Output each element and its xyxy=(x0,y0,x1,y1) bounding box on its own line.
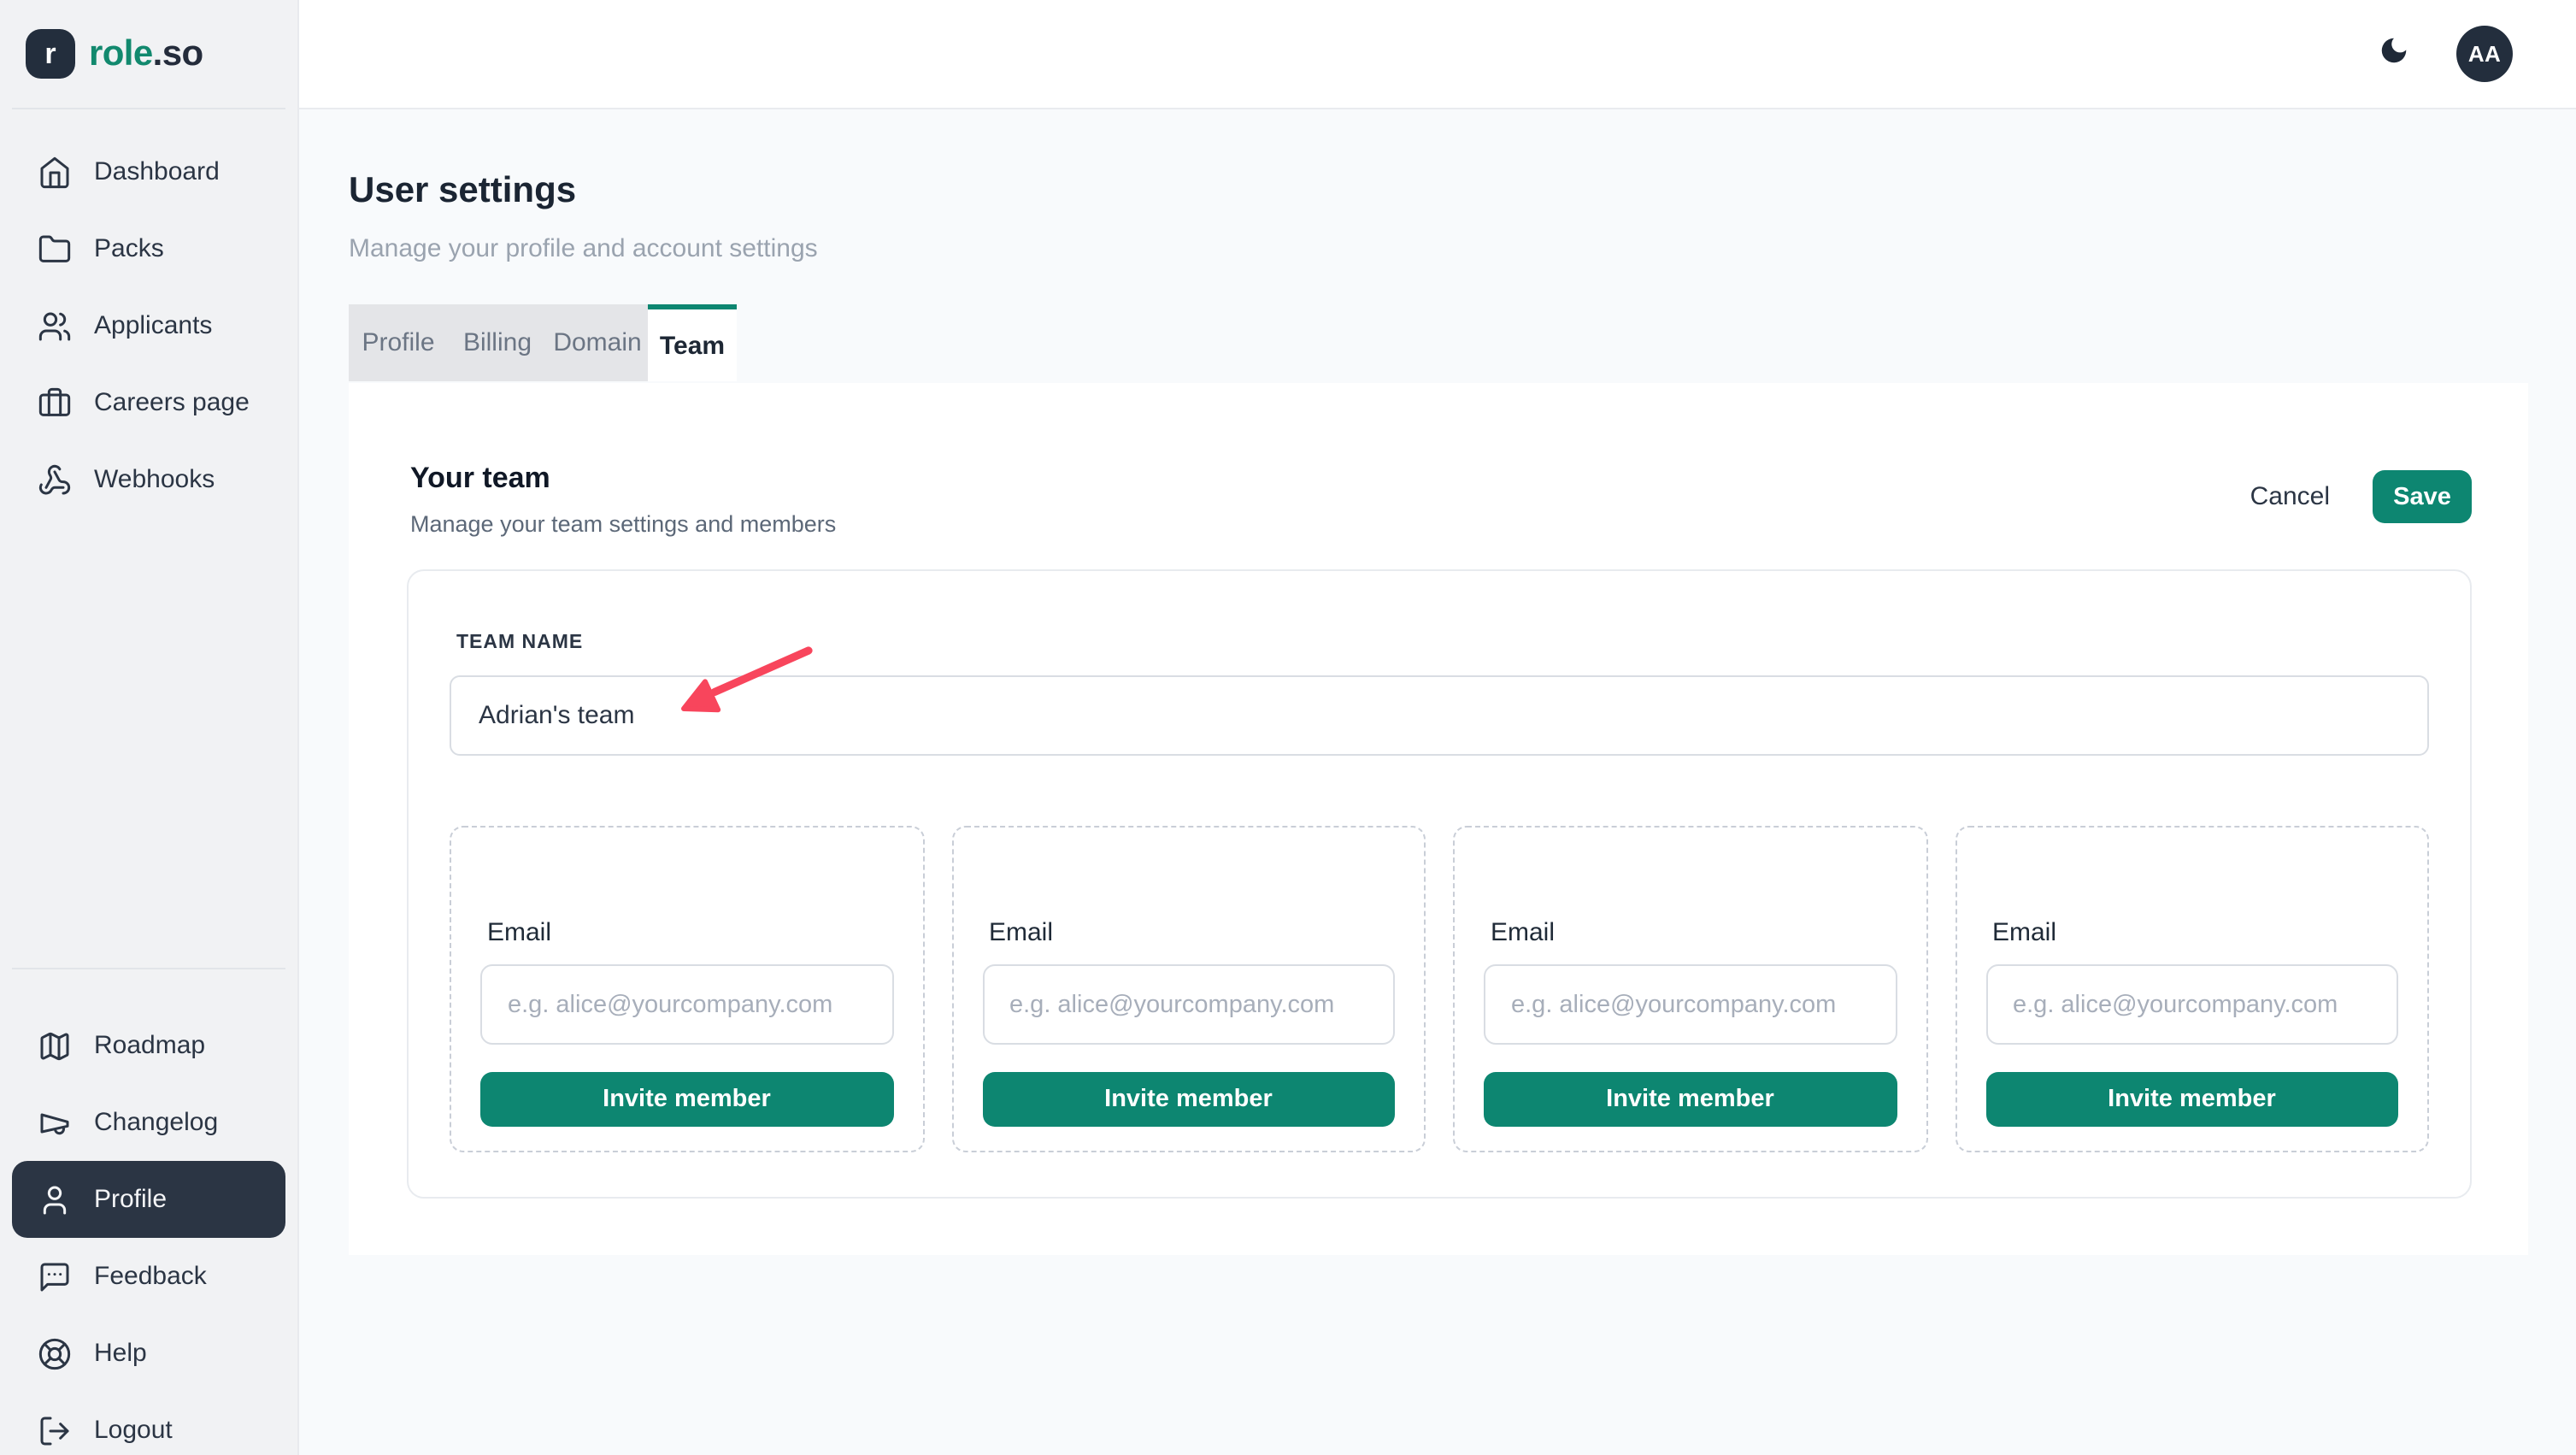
email-label: Email xyxy=(989,918,1395,947)
page-subtitle: Manage your profile and account settings xyxy=(349,234,2576,263)
sidebar-item-label: Dashboard xyxy=(94,157,220,186)
team-card-titles: Your team Manage your team settings and … xyxy=(410,462,836,537)
app-root: r role.so Dashboard Packs xyxy=(0,0,2576,1455)
brand-logo[interactable]: r role.so xyxy=(0,0,297,108)
invite-members-grid: Email Invite member Email Invite member … xyxy=(450,826,2429,1152)
team-name-label: TEAM NAME xyxy=(456,633,2429,653)
map-icon xyxy=(38,1028,72,1063)
dark-mode-toggle[interactable] xyxy=(2374,35,2412,73)
invite-member-button-3[interactable]: Invite member xyxy=(1484,1072,1897,1127)
sidebar-item-label: Logout xyxy=(94,1416,173,1445)
sidebar-item-careers-page[interactable]: Careers page xyxy=(12,364,285,441)
brand-name-primary: role xyxy=(89,33,153,73)
sidebar-item-label: Packs xyxy=(94,234,164,263)
team-settings-card: Your team Manage your team settings and … xyxy=(349,383,2528,1255)
email-label: Email xyxy=(487,918,893,947)
sidebar-item-label: Roadmap xyxy=(94,1031,205,1060)
webhook-icon xyxy=(38,462,72,497)
tab-profile[interactable]: Profile xyxy=(349,304,448,381)
sidebar-item-applicants[interactable]: Applicants xyxy=(12,287,285,364)
sidebar-item-packs[interactable]: Packs xyxy=(12,210,285,287)
tab-domain[interactable]: Domain xyxy=(547,304,648,381)
invite-member-card-4: Email Invite member xyxy=(1955,826,2429,1152)
users-icon xyxy=(38,309,72,343)
sidebar-item-label: Feedback xyxy=(94,1262,207,1291)
email-label: Email xyxy=(1992,918,2398,947)
section-subtitle: Manage your team settings and members xyxy=(410,511,836,537)
moon-icon xyxy=(2377,33,2409,74)
section-title: Your team xyxy=(410,462,836,496)
team-card-actions: Cancel Save xyxy=(2250,470,2472,523)
settings-tabs: Profile Billing Domain Team xyxy=(349,304,2576,381)
home-icon xyxy=(38,155,72,189)
invite-email-input-2[interactable] xyxy=(982,964,1395,1045)
page-title: User settings xyxy=(349,171,2576,212)
brand-logo-icon: r xyxy=(26,29,75,79)
tab-team[interactable]: Team xyxy=(648,304,737,381)
sidebar-item-label: Help xyxy=(94,1339,147,1368)
message-dots-icon xyxy=(38,1259,72,1293)
brand-name: role.so xyxy=(89,33,203,74)
sidebar-footer: Roadmap Changelog Profile xyxy=(0,968,297,1455)
invite-email-input-3[interactable] xyxy=(1484,964,1897,1045)
brand-logo-letter: r xyxy=(44,37,56,71)
sidebar-item-label: Applicants xyxy=(94,311,212,340)
invite-email-input-4[interactable] xyxy=(1985,964,2398,1045)
team-name-input[interactable] xyxy=(450,675,2429,756)
sidebar-item-label: Careers page xyxy=(94,388,250,417)
life-buoy-icon xyxy=(38,1336,72,1370)
invite-member-button-2[interactable]: Invite member xyxy=(982,1072,1395,1127)
sidebar-item-label: Changelog xyxy=(94,1108,218,1137)
avatar-initials: AA xyxy=(2468,41,2501,67)
team-card-header: Your team Manage your team settings and … xyxy=(349,383,2528,537)
sidebar-item-logout[interactable]: Logout xyxy=(12,1392,285,1455)
megaphone-icon xyxy=(38,1105,72,1140)
main-area: AA User settings Manage your profile and… xyxy=(299,0,2576,1455)
invite-member-card-2: Email Invite member xyxy=(951,826,1426,1152)
tab-billing[interactable]: Billing xyxy=(448,304,547,381)
sidebar-item-label: Profile xyxy=(94,1185,167,1214)
invite-member-card-1: Email Invite member xyxy=(450,826,924,1152)
cancel-button[interactable]: Cancel xyxy=(2250,482,2330,511)
sidebar-item-dashboard[interactable]: Dashboard xyxy=(12,133,285,210)
sidebar-item-help[interactable]: Help xyxy=(12,1315,285,1392)
invite-email-input-1[interactable] xyxy=(480,964,893,1045)
folder-icon xyxy=(38,232,72,266)
brand-name-suffix: .so xyxy=(153,33,203,73)
sidebar-item-feedback[interactable]: Feedback xyxy=(12,1238,285,1315)
avatar[interactable]: AA xyxy=(2456,26,2513,82)
top-bar: AA xyxy=(299,0,2576,109)
settings-page: User settings Manage your profile and ac… xyxy=(299,109,2576,1255)
invite-member-button-1[interactable]: Invite member xyxy=(480,1072,893,1127)
invite-member-card-3: Email Invite member xyxy=(1453,826,1927,1152)
briefcase-icon xyxy=(38,386,72,420)
sidebar-item-changelog[interactable]: Changelog xyxy=(12,1084,285,1161)
logout-icon xyxy=(38,1413,72,1447)
sidebar-item-webhooks[interactable]: Webhooks xyxy=(12,441,285,518)
user-icon xyxy=(38,1182,72,1216)
email-label: Email xyxy=(1491,918,1897,947)
sidebar-item-profile[interactable]: Profile xyxy=(12,1161,285,1238)
sidebar-item-roadmap[interactable]: Roadmap xyxy=(12,1007,285,1084)
invite-member-button-4[interactable]: Invite member xyxy=(1985,1072,2398,1127)
sidebar-main-nav: Dashboard Packs Applicants Careers page xyxy=(0,109,297,518)
sidebar-footer-nav: Roadmap Changelog Profile xyxy=(0,969,297,1455)
team-form-box: TEAM NAME Email Invite member Email Invi… xyxy=(407,569,2472,1199)
sidebar: r role.so Dashboard Packs xyxy=(0,0,299,1455)
sidebar-item-label: Webhooks xyxy=(94,465,215,494)
save-button[interactable]: Save xyxy=(2373,470,2472,523)
